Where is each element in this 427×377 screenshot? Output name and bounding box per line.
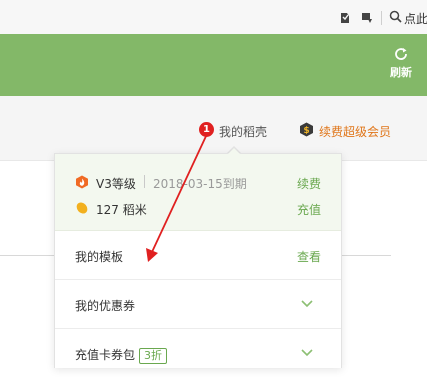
recharge-cards-text: 充值卡券包	[75, 348, 136, 362]
recharge-cards-label: 充值卡券包 3折	[75, 346, 168, 364]
bookmark-icon[interactable]	[339, 12, 351, 24]
header-bar	[0, 34, 427, 96]
toolbar-divider	[381, 11, 382, 25]
chevron-down-icon[interactable]	[301, 299, 313, 309]
my-coupons-row[interactable]: 我的优惠券	[55, 280, 341, 329]
account-summary: V3等级 2018-03-15到期 续费 127 稻米 充值	[55, 154, 341, 231]
rice-icon	[76, 202, 88, 214]
content-divider	[341, 255, 391, 256]
view-templates-link[interactable]: 查看	[297, 248, 321, 265]
search-icon[interactable]	[389, 10, 402, 23]
content-divider	[0, 255, 54, 256]
dropdown-caret-fill	[227, 148, 241, 155]
refresh-button[interactable]: 刷新	[386, 46, 416, 82]
divider	[144, 175, 145, 188]
notification-badge: 1	[199, 122, 214, 137]
recharge-link[interactable]: 充值	[297, 201, 321, 218]
my-templates-row[interactable]: 我的模板 查看	[55, 231, 341, 280]
fire-icon	[76, 175, 88, 189]
expire-date: 2018-03-15到期	[153, 177, 247, 191]
refresh-label: 刷新	[390, 66, 412, 79]
svg-text:$: $	[303, 126, 309, 136]
recharge-cards-row[interactable]: 充值卡券包 3折	[55, 329, 341, 377]
my-daoke-link[interactable]: 我的稻壳	[219, 123, 267, 140]
download-icon[interactable]	[361, 12, 373, 24]
renew-link[interactable]: 续费	[297, 175, 321, 192]
search-label[interactable]: 点此	[404, 10, 427, 27]
my-templates-label: 我的模板	[75, 250, 124, 264]
chevron-down-icon[interactable]	[301, 348, 313, 358]
discount-badge: 3折	[139, 348, 168, 364]
refresh-icon	[395, 48, 407, 60]
browser-toolbar: 点此	[0, 0, 427, 35]
my-coupons-label: 我的优惠券	[75, 299, 136, 313]
member-level: V3等级	[96, 177, 136, 191]
rice-balance: 127 稻米	[96, 203, 147, 217]
account-dropdown: V3等级 2018-03-15到期 续费 127 稻米 充值 我的模板 查看 我…	[54, 153, 342, 368]
coin-icon: $	[300, 122, 313, 137]
renew-super-vip-link[interactable]: 续费超级会员	[319, 123, 391, 140]
